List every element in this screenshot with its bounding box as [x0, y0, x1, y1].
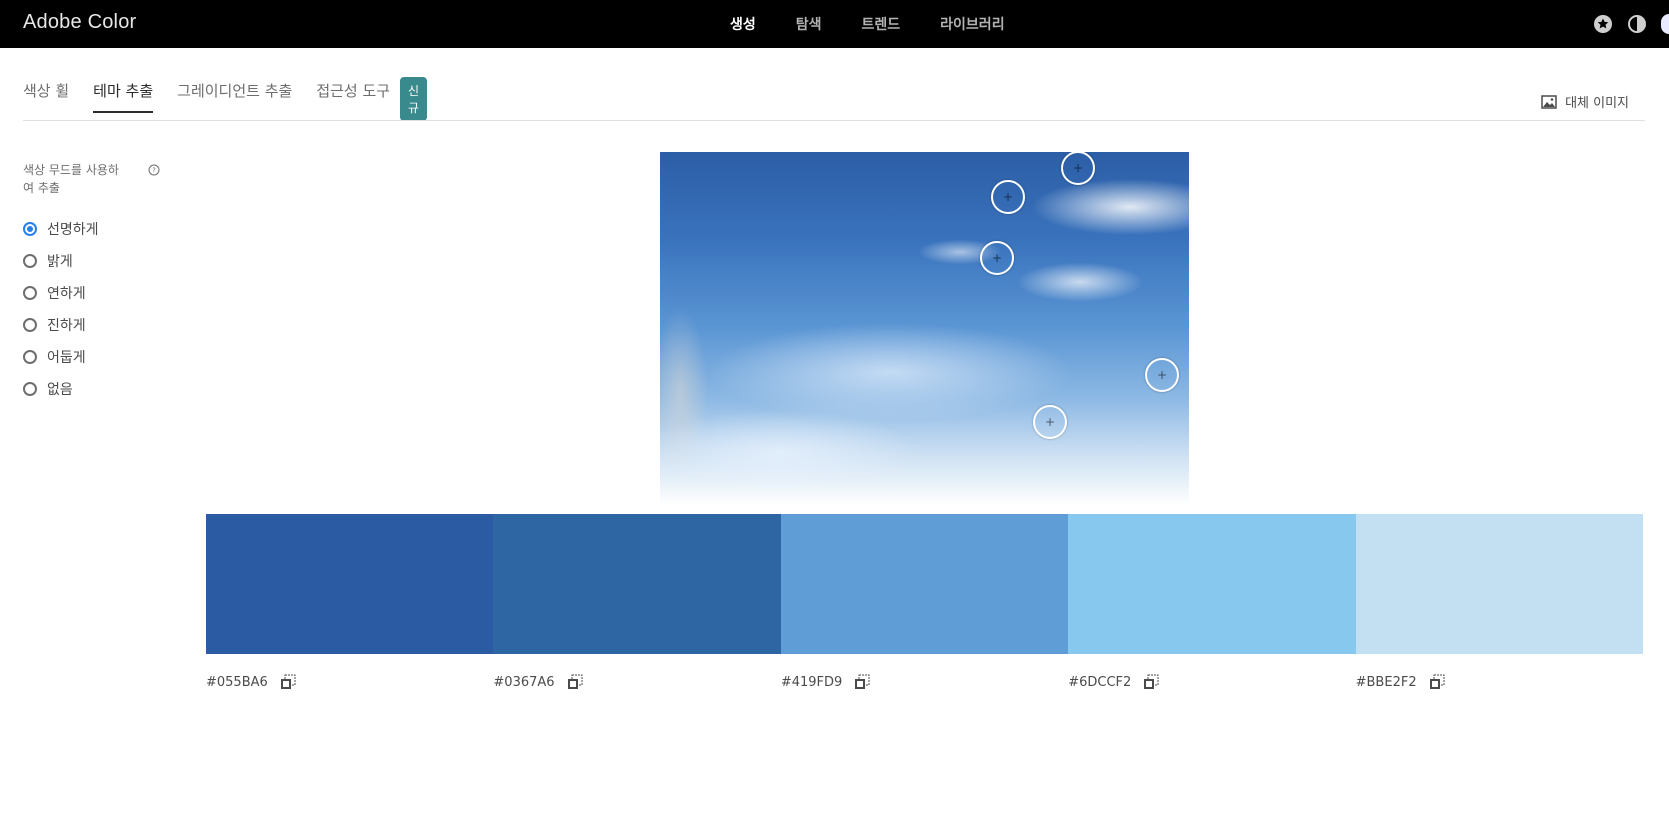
swatch-5[interactable] [1355, 514, 1644, 654]
mood-option-label: 없음 [47, 382, 73, 398]
color-picker-3[interactable]: + [980, 241, 1014, 275]
color-picker-5[interactable]: + [1033, 405, 1067, 439]
tab-accessibility-tools[interactable]: 접근성 도구 [316, 80, 390, 113]
topnav-explore[interactable]: 탐색 [796, 14, 822, 34]
radio-button[interactable] [23, 382, 37, 396]
radio-button[interactable] [23, 286, 37, 300]
star-badge-icon[interactable] [1593, 14, 1613, 34]
image-icon [1541, 94, 1557, 109]
mood-option-deep[interactable]: 진하게 [23, 309, 99, 341]
mood-option-label: 선명하게 [47, 222, 99, 238]
swatch-1[interactable] [206, 514, 494, 654]
radio-button[interactable] [23, 350, 37, 364]
mood-option-muted[interactable]: 연하게 [23, 277, 99, 309]
palette-hex-values: #055BA6 #0367A6 #419FD9 #6DCCF2 #BBE2F2 [206, 674, 1643, 690]
mood-option-bright[interactable]: 밝게 [23, 245, 99, 277]
mood-option-label: 진하게 [47, 318, 86, 334]
mood-option-label: 밝게 [47, 254, 73, 270]
swatch-3[interactable] [780, 514, 1069, 654]
svg-text:?: ? [152, 167, 156, 175]
topnav-library[interactable]: 라이브러리 [940, 14, 1004, 34]
color-mood-options: 선명하게 밝게 연하게 진하게 어둡게 없음 [23, 213, 99, 405]
hex-cell: #0367A6 [493, 674, 780, 690]
hex-cell: #419FD9 [781, 674, 1068, 690]
replace-image-button[interactable]: 대체 이미지 [1541, 92, 1629, 111]
contrast-icon[interactable] [1627, 14, 1647, 34]
color-mood-label: 색상 무드를 사용하여 추출 [23, 163, 119, 195]
replace-image-label: 대체 이미지 [1565, 96, 1629, 111]
help-icon[interactable]: ? [148, 164, 160, 176]
hex-value[interactable]: #419FD9 [781, 675, 842, 690]
copy-icon[interactable] [1143, 674, 1159, 690]
hex-cell: #BBE2F2 [1356, 674, 1643, 690]
tab-color-wheel[interactable]: 색상 휠 [23, 80, 69, 113]
hex-value[interactable]: #6DCCF2 [1068, 675, 1131, 690]
swatch-4[interactable] [1068, 514, 1356, 654]
mode-tabs: 색상 휠 테마 추출 그레이디언트 추출 접근성 도구 신규 [23, 77, 428, 121]
top-bar: Adobe Color 생성 탐색 트렌드 라이브러리 [0, 0, 1669, 48]
mood-option-label: 어둡게 [47, 350, 86, 366]
copy-icon[interactable] [567, 674, 583, 690]
radio-button[interactable] [23, 318, 37, 332]
source-image: + + + + + [660, 152, 1189, 505]
tab-extract-gradient[interactable]: 그레이디언트 추출 [177, 80, 292, 113]
topnav-trends[interactable]: 트렌드 [862, 14, 901, 34]
color-picker-2[interactable]: + [991, 180, 1025, 214]
hex-value[interactable]: #0367A6 [493, 675, 554, 690]
copy-icon[interactable] [1429, 674, 1445, 690]
mood-option-none[interactable]: 없음 [23, 373, 99, 405]
copy-icon[interactable] [854, 674, 870, 690]
topnav-create[interactable]: 생성 [730, 14, 756, 34]
color-picker-4[interactable]: + [1145, 358, 1179, 392]
hex-cell: #6DCCF2 [1068, 674, 1355, 690]
app-title[interactable]: Adobe Color [23, 11, 136, 34]
hex-cell: #055BA6 [206, 674, 493, 690]
mood-option-vivid[interactable]: 선명하게 [23, 213, 99, 245]
mood-option-label: 연하게 [47, 286, 86, 302]
tabs-divider [23, 120, 1645, 121]
color-picker-1[interactable]: + [1061, 152, 1095, 185]
swatch-2[interactable] [493, 514, 781, 654]
copy-icon[interactable] [280, 674, 296, 690]
hex-value[interactable]: #BBE2F2 [1356, 675, 1417, 690]
new-badge: 신규 [400, 77, 428, 121]
hex-value[interactable]: #055BA6 [206, 675, 268, 690]
radio-button[interactable] [23, 254, 37, 268]
radio-button[interactable] [23, 222, 37, 236]
top-nav: 생성 탐색 트렌드 라이브러리 [730, 0, 1045, 48]
tab-extract-theme[interactable]: 테마 추출 [93, 80, 154, 113]
avatar[interactable] [1661, 14, 1669, 34]
palette-swatches [206, 514, 1644, 654]
mood-option-dark[interactable]: 어둡게 [23, 341, 99, 373]
top-icons [1593, 0, 1669, 48]
